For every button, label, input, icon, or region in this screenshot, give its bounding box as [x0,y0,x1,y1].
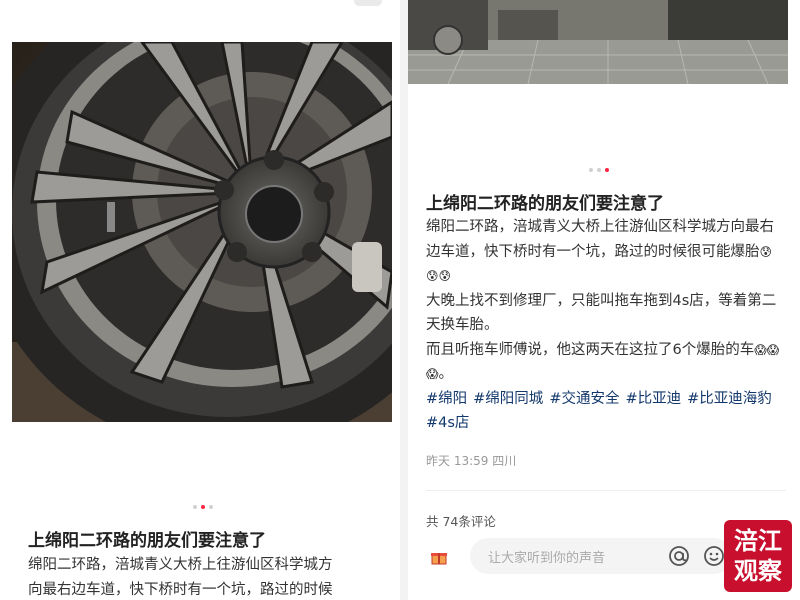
watermark-line-1: 涪江 [734,526,782,555]
post-body: 绵阳二环路，涪城青义大桥上往游仙区科学城方向最右边车道，快下桥时有一个坑，路过的… [426,215,782,436]
garage-photo[interactable] [408,0,788,84]
pager-dot [193,505,197,509]
top-indicator [354,0,382,6]
left-post-panel: 上绵阳二环路的朋友们要注意了 绵阳二环路，涪城青义大桥上往游仙区科学城方 向最右… [0,0,400,600]
body-line: 向最右边车道，快下桥时有一个坑，路过的时候 [28,581,333,598]
hashtag-byd[interactable]: #比亚迪 [625,391,681,407]
body-paragraph: 绵阳二环路，涪城青义大桥上往游仙区科学城方向最右边车道，快下桥时有一个坑，路过的… [426,215,782,289]
panel-divider [400,0,408,600]
gift-icon[interactable] [426,544,452,570]
pager-dot [589,168,593,172]
hashtag-traffic-safety[interactable]: #交通安全 [549,391,619,407]
at-icon[interactable] [665,542,693,570]
body-text-1: 绵阳二环路，涪城青义大桥上往游仙区科学城方向最右边车道，快下桥时有一个坑，路过的… [426,219,774,260]
pager-dot [597,168,601,172]
pager-dot-active [605,168,609,172]
watermark-logo: 涪江 观察 [724,520,792,592]
comment-count: 共 74条评论 [426,514,496,529]
image-pager-dots [589,168,609,172]
post-body: 绵阳二环路，涪城青义大桥上往游仙区科学城方 向最右边车道，快下桥时有一个坑，路过… [28,553,388,600]
hashtag-4s-store[interactable]: #4s店 [426,415,469,431]
pager-dot-active [201,505,205,509]
body-text-3: 而且听拖车师傅说，他这两天在这拉了6个爆胎的车 [426,341,755,358]
right-post-panel: 上绵阳二环路的朋友们要注意了 绵阳二环路，涪城青义大桥上往游仙区科学城方向最右边… [408,0,800,600]
post-title: 上绵阳二环路的朋友们要注意了 [28,531,266,551]
pager-dot [209,505,213,509]
garage-photo-image [408,0,788,84]
post-meta: 昨天 13:59 四川 [426,454,517,468]
divider [426,490,786,491]
body-paragraph: 而且听拖车师傅说，他这两天在这拉了6个爆胎的车😱😱😱。 [426,338,782,387]
body-line: 绵阳二环路，涪城青义大桥上往游仙区科学城方 [28,557,333,573]
hashtag-list: #绵阳 #绵阳同城 #交通安全 #比亚迪 #比亚迪海豹 #4s店 [426,387,782,436]
comment-input-placeholder: 让大家听到你的声音 [488,551,606,566]
wheel-photo-image [12,42,392,422]
hashtag-mianyang-city[interactable]: #绵阳同城 [473,391,543,407]
hashtag-mianyang[interactable]: #绵阳 [426,391,467,407]
wheel-photo[interactable] [12,42,392,422]
watermark-line-2: 观察 [734,556,782,585]
body-paragraph: 大晚上找不到修理厂，只能叫拖车拖到4s店，等着第二天换车胎。 [426,292,777,334]
body-text-3-end: 。 [438,366,454,382]
image-pager-dots [193,505,213,509]
post-title: 上绵阳二环路的朋友们要注意了 [426,194,664,214]
hashtag-byd-seal[interactable]: #比亚迪海豹 [687,391,772,407]
